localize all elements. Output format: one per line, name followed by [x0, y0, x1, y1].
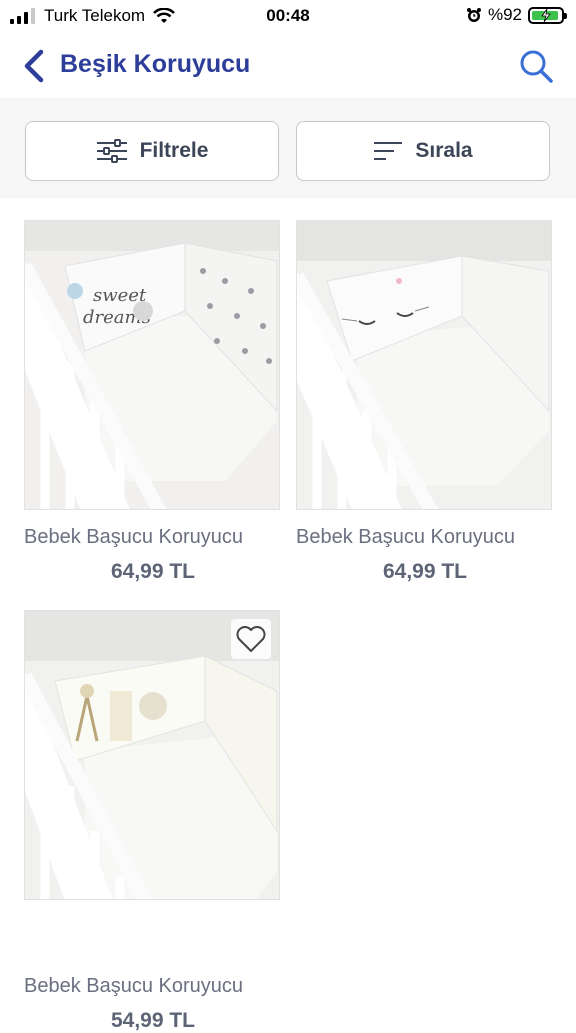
sliders-icon: [96, 139, 127, 163]
filter-button[interactable]: Filtrele: [25, 121, 279, 181]
product-image[interactable]: sweet dreams: [24, 220, 280, 510]
sort-label: Sırala: [415, 139, 473, 162]
battery-icon: [528, 6, 567, 24]
filter-bar: Filtrele Sırala: [0, 98, 576, 198]
battery-percent: %92: [487, 5, 522, 24]
favorite-button[interactable]: [231, 619, 271, 659]
product-image[interactable]: [296, 220, 552, 510]
sort-button[interactable]: Sırala: [296, 121, 550, 181]
page-title: Beşik Koruyucu: [60, 50, 251, 78]
product-grid: sweet dreams Bebek Başucu Koruyucu 64,99…: [0, 198, 576, 1032]
product-name[interactable]: Bebek Başucu Koruyucu: [24, 975, 282, 998]
heart-icon: [236, 626, 266, 652]
product-name[interactable]: Bebek Başucu Koruyucu: [296, 526, 554, 549]
navigation-bar: Beşik Koruyucu: [0, 34, 576, 98]
alarm-icon: [466, 8, 481, 22]
search-icon[interactable]: [518, 48, 554, 84]
product-price: 54,99 TL: [110, 1009, 196, 1032]
status-right: %92: [466, 5, 567, 25]
status-bar: Turk Telekom 00:48 %92: [0, 0, 576, 34]
product-price: 64,99 TL: [382, 560, 468, 583]
sort-lines-icon: [374, 142, 403, 160]
product-name[interactable]: Bebek Başucu Koruyucu: [24, 526, 282, 549]
filter-label: Filtrele: [139, 139, 209, 162]
product-price: 64,99 TL: [110, 560, 196, 583]
back-chevron-icon[interactable]: [20, 48, 50, 84]
product-image[interactable]: [24, 610, 280, 900]
